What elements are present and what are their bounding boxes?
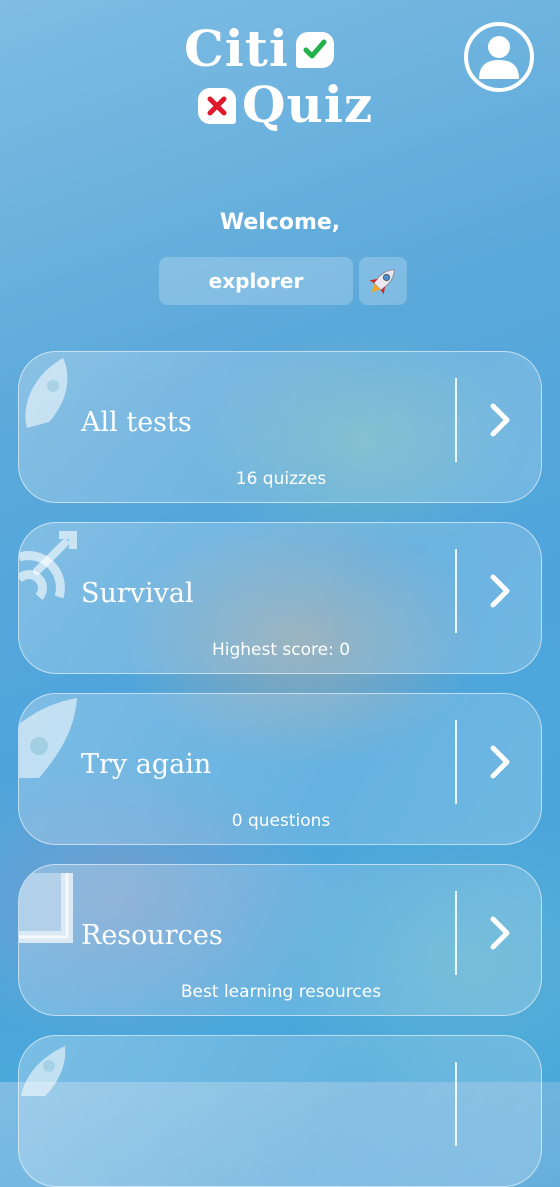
card-all-tests[interactable]: All tests 16 quizzes [18,351,542,503]
card-subtitle: Best learning resources [180,982,382,1002]
card-divider [455,891,457,975]
card-divider [455,378,457,462]
username-field[interactable]: explorer [159,257,353,305]
card-divider [455,1062,457,1146]
card-subtitle: 16 quizzes [235,469,327,489]
book-icon [19,873,73,943]
card-subtitle: 0 questions [231,811,331,831]
card-survival[interactable]: Survival Highest score: 0 [18,522,542,674]
chevron-right-icon[interactable] [485,400,515,440]
card-title: Try again [81,749,212,780]
welcome-text: Welcome, [219,210,341,235]
user-icon [479,36,519,79]
chevron-right-icon[interactable] [485,742,515,782]
target-icon [19,531,77,601]
card-subtitle: Highest score: 0 [211,640,351,660]
card-title: Resources [81,920,223,951]
chevron-right-icon[interactable] [485,913,515,953]
rocket-icon [369,269,395,295]
card-title: All tests [81,407,192,438]
logo-word-quiz: Quiz [242,75,374,134]
card-title: Survival [81,578,194,609]
chevron-right-icon[interactable] [485,571,515,611]
check-icon [296,32,334,68]
rocket-icon [25,358,68,428]
card-partial[interactable] [18,1035,542,1187]
avatar-button[interactable] [359,257,407,305]
rocket-icon [19,698,77,778]
profile-button[interactable] [464,22,534,92]
card-resources[interactable]: Resources Best learning resources [18,864,542,1016]
app-logo: Citi Quiz [180,18,380,138]
logo-word-citi: Citi [184,19,289,78]
rocket-icon [21,1046,66,1096]
cross-icon [198,88,236,124]
card-try-again[interactable]: Try again 0 questions [18,693,542,845]
card-divider [455,549,457,633]
card-divider [455,720,457,804]
